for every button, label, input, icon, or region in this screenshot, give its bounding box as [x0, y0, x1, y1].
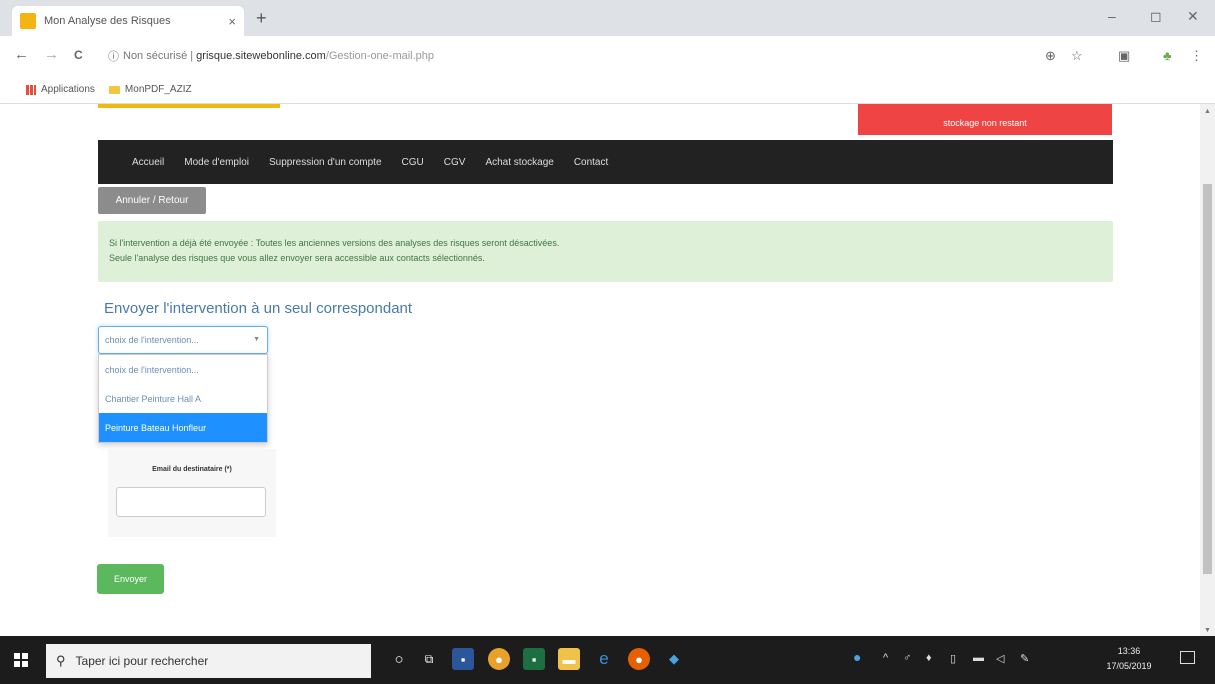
nav-mode-emploi[interactable]: Mode d'emploi [184, 157, 249, 168]
web-page: stockage non restant Accueil Mode d'empl… [0, 104, 1200, 636]
tray-icon[interactable]: ♂ [903, 652, 911, 664]
taskbar-search-placeholder: Taper ici pour rechercher [75, 654, 209, 668]
scroll-down-icon[interactable]: ▼ [1204, 627, 1211, 634]
edge-icon[interactable]: e [593, 648, 615, 670]
cortana-icon[interactable]: ○ [388, 648, 410, 670]
chrome-icon[interactable]: ● [488, 648, 510, 670]
reload-icon[interactable]: C [74, 48, 83, 62]
url-host: grisque.sitewebonline.com [196, 50, 326, 62]
intervention-dropdown: choix de l'intervention... Chantier Pein… [98, 354, 268, 443]
browser-toolbar: ← → C ⓘ Non sécurisé | grisque.sitewebon… [0, 36, 1215, 76]
forward-icon[interactable]: → [44, 46, 59, 63]
email-panel: Email du destinataire (*) [108, 449, 276, 537]
clock-time: 13:36 [1117, 646, 1141, 656]
scroll-up-icon[interactable]: ▲ [1204, 108, 1211, 115]
minimize-icon[interactable]: – [1108, 8, 1116, 24]
info-alert: Si l'intervention a déjà été envoyée : T… [98, 221, 1113, 282]
excel-icon[interactable]: ▪ [523, 648, 545, 670]
header-accent [98, 104, 280, 108]
tray-icon[interactable]: ▯ [950, 652, 956, 665]
scrollbar-thumb[interactable] [1203, 184, 1212, 574]
tab-close-icon[interactable]: × [228, 14, 236, 29]
cancel-back-button[interactable]: Annuler / Retour [98, 187, 206, 214]
tab-title: Mon Analyse des Risques [44, 15, 171, 27]
browser-tab[interactable]: Mon Analyse des Risques × [12, 6, 244, 36]
nav-cgu[interactable]: CGU [402, 157, 424, 168]
apps-icon [26, 84, 36, 95]
tray-chevron-icon[interactable]: ^ [883, 652, 888, 664]
folder-icon [108, 85, 120, 94]
send-button[interactable]: Envoyer [97, 564, 164, 594]
bookmark-label: MonPDF_AZIZ [124, 84, 192, 95]
address-bar[interactable]: ⓘ Non sécurisé | grisque.sitewebonline.c… [108, 44, 1008, 68]
pen-icon[interactable]: ✎ [1020, 652, 1029, 665]
clock-date: 17/05/2019 [1106, 661, 1152, 671]
menu-icon[interactable]: ⋮ [1190, 48, 1203, 64]
alert-line-2: Seule l'analyse des risques que vous all… [109, 253, 485, 263]
dropdown-option-selected[interactable]: Peinture Bateau Honfleur [99, 413, 267, 442]
favicon-icon [20, 13, 36, 29]
url-path: /Gestion-one-mail.php [325, 50, 435, 62]
battery-icon[interactable]: ▬ [973, 652, 984, 664]
dropdown-option[interactable]: choix de l'intervention... [99, 355, 267, 384]
chevron-down-icon: ▼ [253, 336, 260, 343]
taskbar-clock[interactable]: 13:36 17/05/2019 [1106, 644, 1152, 674]
notification-icon[interactable] [1180, 651, 1195, 664]
nav-contact[interactable]: Contact [574, 157, 608, 168]
nav-accueil[interactable]: Accueil [132, 157, 164, 168]
intervention-select[interactable]: choix de l'intervention... ▼ [98, 326, 268, 354]
close-window-icon[interactable]: ✕ [1187, 8, 1199, 25]
page-scrollbar[interactable]: ▲ ▼ [1200, 104, 1215, 636]
dropdown-option[interactable]: Chantier Peinture Hall A [99, 384, 267, 413]
email-label: Email du destinataire (*) [152, 466, 232, 473]
email-field[interactable] [116, 487, 266, 517]
tray-app-icon[interactable]: ● [853, 649, 861, 665]
app-icon[interactable]: ◆ [663, 648, 685, 670]
taskbar-search[interactable]: ⚲ Taper ici pour rechercher [46, 644, 371, 678]
extension-icon[interactable]: ▣ [1118, 48, 1130, 64]
volume-icon[interactable]: ◁ [996, 652, 1004, 665]
bookmark-folder[interactable]: MonPDF_AZIZ [108, 84, 192, 95]
main-navbar: Accueil Mode d'emploi Suppression d'un c… [98, 140, 1113, 184]
nav-achat-stockage[interactable]: Achat stockage [485, 157, 553, 168]
firefox-icon[interactable]: ● [628, 648, 650, 670]
back-icon[interactable]: ← [14, 46, 29, 63]
task-view-icon[interactable]: ⧉ [418, 648, 440, 670]
nav-suppression-compte[interactable]: Suppression d'un compte [269, 157, 382, 168]
search-icon: ⚲ [56, 653, 66, 668]
tray-icon[interactable]: ♦ [926, 652, 932, 664]
app-icon[interactable]: ▪ [452, 648, 474, 670]
bookmark-label: Applications [41, 84, 95, 95]
bookmarks-bar: Applications MonPDF_AZIZ [0, 76, 1215, 104]
section-title: Envoyer l'intervention à un seul corresp… [104, 300, 413, 317]
nav-cgv[interactable]: CGV [444, 157, 466, 168]
maximize-icon[interactable]: ◻ [1150, 8, 1162, 25]
storage-alert-box: stockage non restant [858, 104, 1112, 135]
alert-line-1: Si l'intervention a déjà été envoyée : T… [109, 238, 560, 248]
star-icon[interactable]: ☆ [1071, 48, 1083, 64]
extension-leaf-icon[interactable]: ♣ [1163, 48, 1172, 63]
file-explorer-icon[interactable]: ▬ [558, 648, 580, 670]
security-label: Non sécurisé | [123, 50, 194, 62]
browser-titlebar: Mon Analyse des Risques × + – ◻ ✕ [0, 0, 1215, 36]
bookmark-applications[interactable]: Applications [26, 84, 95, 95]
windows-start-icon[interactable] [14, 653, 28, 667]
new-tab-button[interactable]: + [256, 8, 267, 29]
select-value: choix de l'intervention... [105, 335, 199, 345]
info-icon[interactable]: ⓘ [108, 48, 119, 64]
taskbar: ⚲ Taper ici pour rechercher ○ ⧉ ▪ ● ▪ ▬ … [0, 636, 1215, 684]
zoom-icon[interactable]: ⊕ [1045, 48, 1056, 64]
